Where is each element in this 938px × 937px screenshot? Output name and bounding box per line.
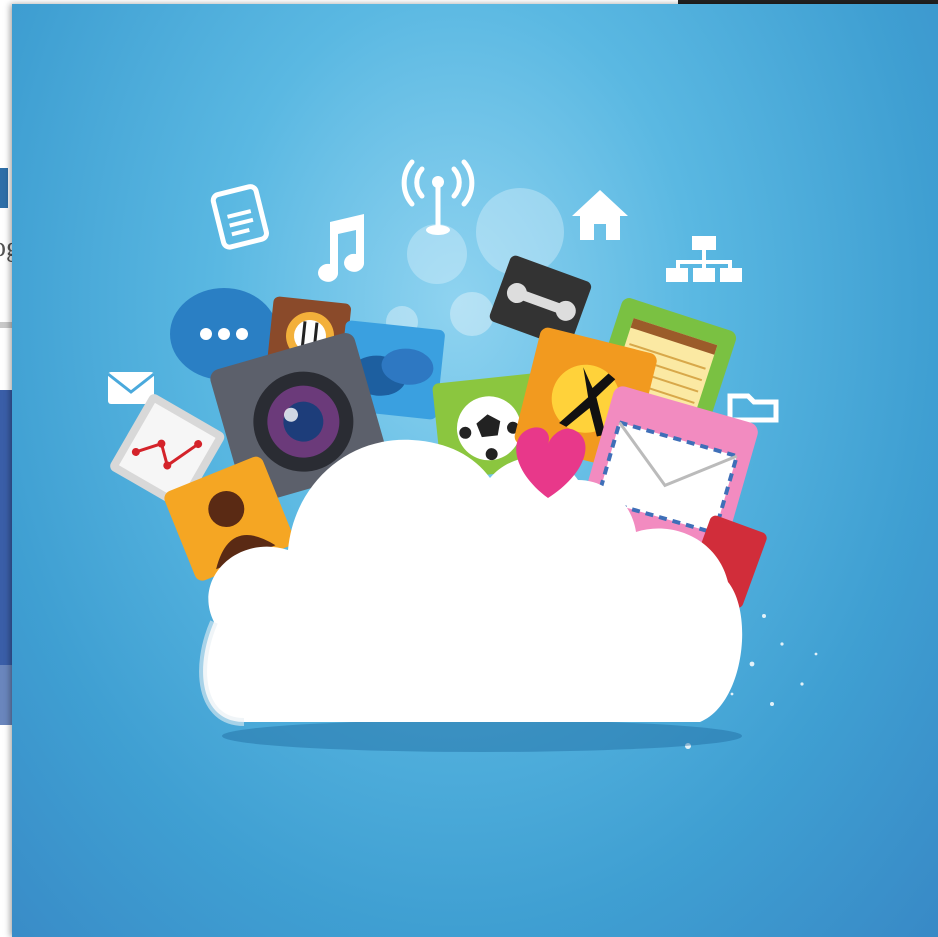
background-logo-fragment <box>0 168 8 208</box>
cloud-apps-illustration <box>107 159 818 752</box>
cloud-apps-image <box>12 4 938 937</box>
document-icon <box>210 184 269 250</box>
network-icon <box>666 236 742 282</box>
folder-icon <box>727 393 779 423</box>
wifi-antenna-icon <box>401 159 475 235</box>
home-icon <box>572 190 628 240</box>
mail-icon <box>107 372 155 404</box>
music-note-icon <box>318 214 365 282</box>
cloud-shadow <box>222 720 742 752</box>
